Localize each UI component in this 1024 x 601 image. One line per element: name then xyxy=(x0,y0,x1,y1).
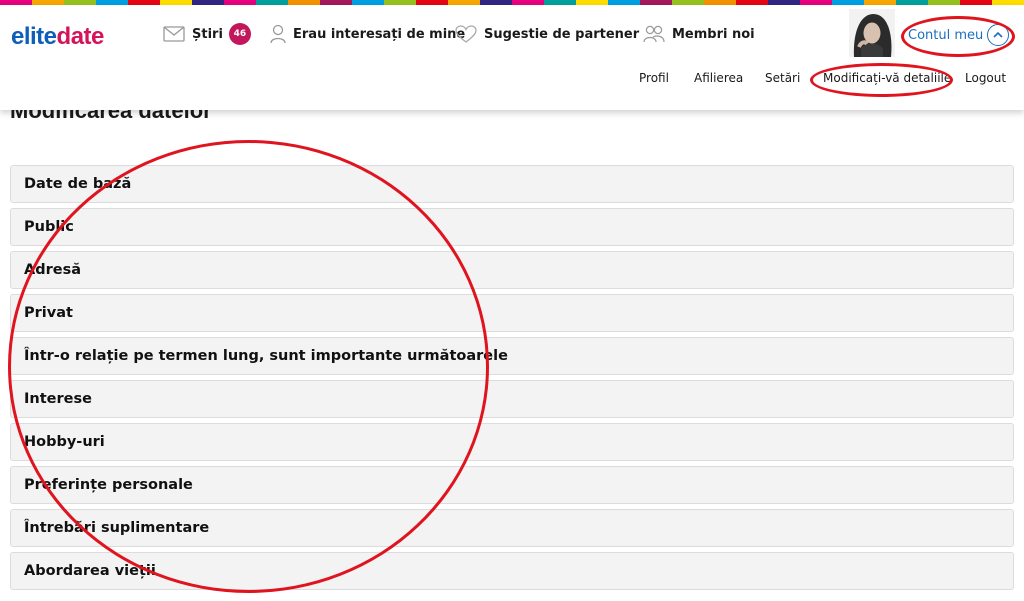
nav-new-members[interactable]: Membri noi xyxy=(643,21,755,47)
my-account-label: Contul meu xyxy=(908,27,984,43)
subnav-modify-details[interactable]: Modificați-vă detaliile xyxy=(823,71,951,85)
envelope-icon xyxy=(163,26,185,42)
nav-new-members-label: Membri noi xyxy=(672,26,755,42)
news-count-badge: 46 xyxy=(228,23,251,45)
elitedate-logo[interactable]: elitedate xyxy=(11,23,104,51)
section-accordion-item[interactable]: Abordarea vieții xyxy=(10,552,1014,590)
section-accordion-item[interactable]: Privat xyxy=(10,294,1014,332)
header: elitedate Știri 46 Erau interesați de mi… xyxy=(0,5,1024,110)
chevron-up-icon xyxy=(987,24,1010,46)
section-accordion-item[interactable]: Public xyxy=(10,208,1014,246)
logo-part-elite: elite xyxy=(11,23,57,50)
section-accordion-item[interactable]: Adresă xyxy=(10,251,1014,289)
nav-interested-label: Erau interesați de mine xyxy=(293,26,466,42)
nav-suggestion-label: Sugestie de partener xyxy=(484,26,640,42)
section-accordion-item[interactable]: Hobby-uri xyxy=(10,423,1014,461)
user-avatar[interactable] xyxy=(849,9,895,57)
nav-news-label: Știri xyxy=(192,26,223,42)
nav-interested-in-me[interactable]: Erau interesați de mine xyxy=(270,21,465,47)
logo-part-date: date xyxy=(56,23,105,50)
heart-icon xyxy=(455,24,477,43)
sections-list: Date de bază Public Adresă Privat Într-o rel… xyxy=(10,165,1014,595)
section-accordion-item[interactable]: Întrebări suplimentare xyxy=(10,509,1014,547)
subnav-profile[interactable]: Profil xyxy=(639,71,669,85)
section-accordion-item[interactable]: Interese xyxy=(10,380,1014,418)
nav-news[interactable]: Știri 46 xyxy=(163,21,251,47)
subnav-affiliation[interactable]: Afilierea xyxy=(694,71,743,85)
my-account-menu[interactable]: Contul meu xyxy=(908,23,1010,47)
people-icon xyxy=(643,25,665,43)
section-accordion-item[interactable]: Date de bază xyxy=(10,165,1014,203)
section-accordion-item[interactable]: Preferințe personale xyxy=(10,466,1014,504)
subnav-settings[interactable]: Setări xyxy=(765,71,800,85)
subnav-logout[interactable]: Logout xyxy=(965,71,1006,85)
nav-partner-suggestion[interactable]: Sugestie de partener xyxy=(455,21,639,47)
section-accordion-item[interactable]: Într-o relație pe termen lung, sunt impo… xyxy=(10,337,1014,375)
person-icon xyxy=(270,24,286,44)
